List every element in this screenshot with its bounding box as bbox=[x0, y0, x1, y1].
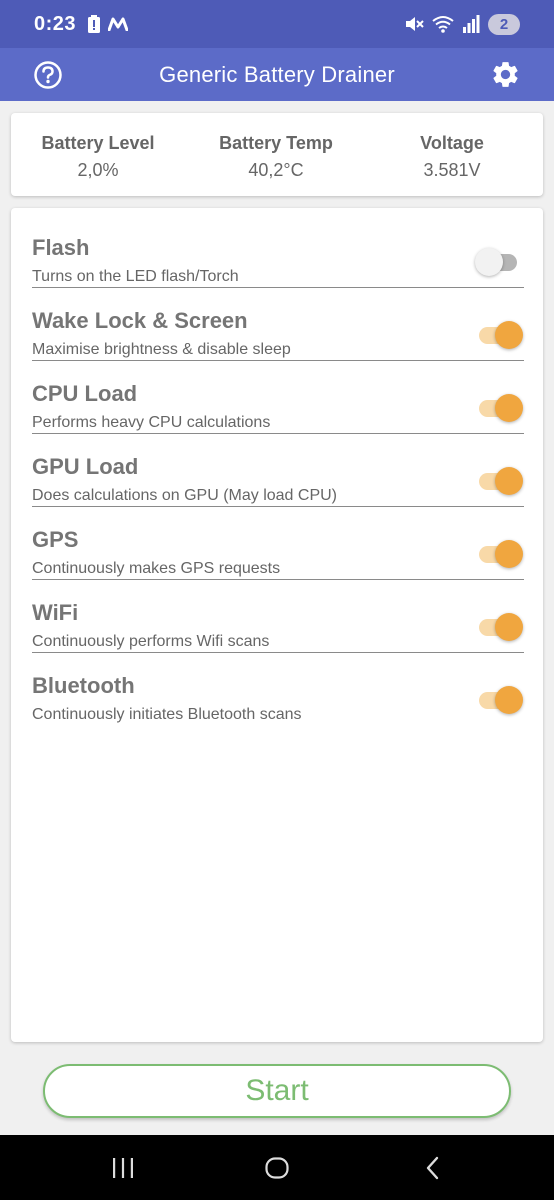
battery-alert-icon bbox=[88, 15, 101, 33]
help-icon[interactable] bbox=[33, 60, 63, 90]
toggle-title: WiFi bbox=[32, 600, 79, 625]
battery-level-stat: Battery Level 2,0% bbox=[32, 133, 164, 181]
start-button[interactable]: Start bbox=[43, 1064, 511, 1118]
system-nav-bar bbox=[0, 1135, 554, 1200]
m-logo-icon bbox=[108, 17, 129, 31]
toggle-title: GPU Load bbox=[32, 454, 139, 479]
battery-temp-label: Battery Temp bbox=[219, 133, 333, 153]
gpu-load-switch[interactable] bbox=[475, 466, 523, 496]
toggle-subtitle: Turns on the LED flash/Torch bbox=[32, 268, 239, 285]
settings-icon[interactable] bbox=[490, 59, 521, 90]
mute-icon bbox=[406, 17, 424, 31]
voltage-value: 3.581V bbox=[423, 160, 481, 180]
toggle-title: GPS bbox=[32, 527, 79, 552]
toggle-row-flash[interactable]: Flash Turns on the LED flash/Torch bbox=[32, 215, 524, 288]
toggle-subtitle: Does calculations on GPU (May load CPU) bbox=[32, 487, 338, 504]
app-title: Generic Battery Drainer bbox=[159, 61, 395, 87]
toggle-title: Wake Lock & Screen bbox=[32, 308, 248, 333]
toggle-subtitle: Performs heavy CPU calculations bbox=[32, 414, 271, 431]
battery-level-label: Battery Level bbox=[41, 133, 155, 153]
gps-switch[interactable] bbox=[475, 539, 523, 569]
toggle-title: Bluetooth bbox=[32, 673, 135, 698]
toggle-row-bluetooth[interactable]: Bluetooth Continuously initiates Bluetoo… bbox=[32, 653, 524, 726]
toggle-title: Flash bbox=[32, 235, 90, 260]
recents-icon[interactable] bbox=[110, 1155, 136, 1181]
home-icon[interactable] bbox=[264, 1155, 290, 1181]
toggle-subtitle: Continuously makes GPS requests bbox=[32, 560, 281, 577]
voltage-label: Voltage bbox=[420, 133, 484, 153]
toggle-row-gps[interactable]: GPS Continuously makes GPS requests bbox=[32, 507, 524, 580]
flash-switch[interactable] bbox=[475, 247, 523, 277]
wifi-icon bbox=[432, 16, 454, 33]
toggle-row-gpu-load[interactable]: GPU Load Does calculations on GPU (May l… bbox=[32, 434, 524, 507]
wake-lock-switch[interactable] bbox=[475, 320, 523, 350]
bluetooth-switch[interactable] bbox=[475, 685, 523, 715]
battery-level-value: 2,0% bbox=[77, 160, 119, 180]
status-bar: 0:23 2 bbox=[0, 0, 554, 48]
toggle-row-wake-lock[interactable]: Wake Lock & Screen Maximise brightness &… bbox=[32, 288, 524, 361]
back-icon[interactable] bbox=[420, 1155, 446, 1181]
toggle-row-wifi[interactable]: WiFi Continuously performs Wifi scans bbox=[32, 580, 524, 653]
toggle-subtitle: Continuously performs Wifi scans bbox=[32, 633, 270, 650]
battery-temp-value: 40,2°C bbox=[248, 160, 304, 180]
cpu-load-switch[interactable] bbox=[475, 393, 523, 423]
toggle-subtitle: Continuously initiates Bluetooth scans bbox=[32, 706, 302, 723]
battery-stats-card: Battery Level 2,0% Battery Temp 40,2°C V… bbox=[11, 113, 543, 196]
drain-options-card: Flash Turns on the LED flash/Torch Wake … bbox=[11, 208, 543, 1042]
status-time: 0:23 bbox=[34, 12, 77, 35]
notification-badge[interactable]: 2 bbox=[488, 13, 520, 35]
toggle-row-cpu-load[interactable]: CPU Load Performs heavy CPU calculations bbox=[32, 361, 524, 434]
app-bar: Generic Battery Drainer bbox=[0, 48, 554, 101]
signal-icon bbox=[463, 15, 480, 33]
battery-temp-stat: Battery Temp 40,2°C bbox=[201, 133, 351, 181]
toggle-subtitle: Maximise brightness & disable sleep bbox=[32, 341, 291, 358]
wifi-switch[interactable] bbox=[475, 612, 523, 642]
toggle-title: CPU Load bbox=[32, 381, 138, 406]
voltage-stat: Voltage 3.581V bbox=[402, 133, 502, 181]
